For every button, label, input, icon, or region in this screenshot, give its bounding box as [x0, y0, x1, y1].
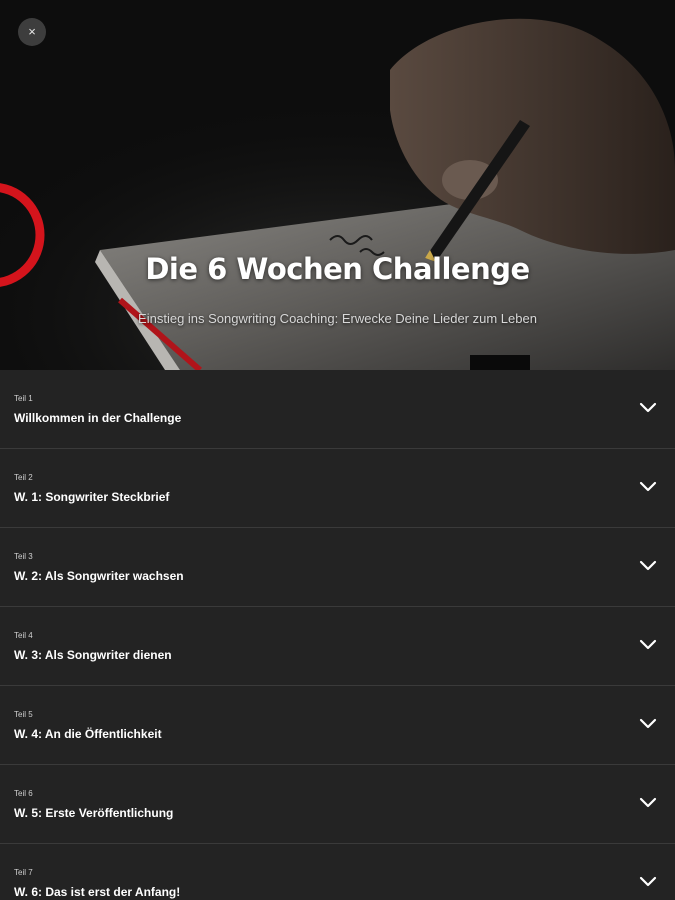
lesson-row-7[interactable]: Teil 7 W. 6: Das ist erst der Anfang! — [0, 844, 675, 900]
lesson-part-label: Teil 2 — [14, 473, 33, 482]
lesson-part-label: Teil 3 — [14, 552, 33, 561]
lesson-row-6[interactable]: Teil 6 W. 5: Erste Veröffentlichung — [0, 765, 675, 844]
lesson-title: W. 1: Songwriter Steckbrief — [14, 490, 170, 504]
lesson-row-5[interactable]: Teil 5 W. 4: An die Öffentlichkeit — [0, 686, 675, 765]
chevron-down-icon[interactable] — [639, 876, 657, 888]
lesson-part-label: Teil 1 — [14, 394, 33, 403]
close-icon: × — [28, 24, 36, 39]
lesson-title: W. 3: Als Songwriter dienen — [14, 648, 172, 662]
chevron-down-icon[interactable] — [639, 402, 657, 414]
lesson-list: Teil 1 Willkommen in der Challenge Teil … — [0, 370, 675, 900]
lesson-part-label: Teil 4 — [14, 631, 33, 640]
chevron-down-icon[interactable] — [639, 797, 657, 809]
chevron-down-icon[interactable] — [639, 560, 657, 572]
lesson-row-1[interactable]: Teil 1 Willkommen in der Challenge — [0, 370, 675, 449]
lesson-title: Willkommen in der Challenge — [14, 411, 182, 425]
chevron-down-icon[interactable] — [639, 481, 657, 493]
lesson-title: W. 2: Als Songwriter wachsen — [14, 569, 184, 583]
page-title: Die 6 Wochen Challenge — [145, 252, 530, 286]
lesson-row-2[interactable]: Teil 2 W. 1: Songwriter Steckbrief — [0, 449, 675, 528]
lesson-title: W. 5: Erste Veröffentlichung — [14, 806, 174, 820]
lesson-title: W. 6: Das ist erst der Anfang! — [14, 885, 181, 899]
lesson-part-label: Teil 7 — [14, 868, 33, 877]
lesson-row-3[interactable]: Teil 3 W. 2: Als Songwriter wachsen — [0, 528, 675, 607]
lesson-title: W. 4: An die Öffentlichkeit — [14, 727, 162, 741]
lesson-row-4[interactable]: Teil 4 W. 3: Als Songwriter dienen — [0, 607, 675, 686]
close-button[interactable]: × — [18, 18, 46, 46]
chevron-down-icon[interactable] — [639, 639, 657, 651]
lesson-part-label: Teil 5 — [14, 710, 33, 719]
hero-banner: × Die 6 Wochen Challenge Einstieg ins So… — [0, 0, 675, 370]
lesson-part-label: Teil 6 — [14, 789, 33, 798]
page-subtitle: Einstieg ins Songwriting Coaching: Erwec… — [138, 311, 537, 326]
chevron-down-icon[interactable] — [639, 718, 657, 730]
